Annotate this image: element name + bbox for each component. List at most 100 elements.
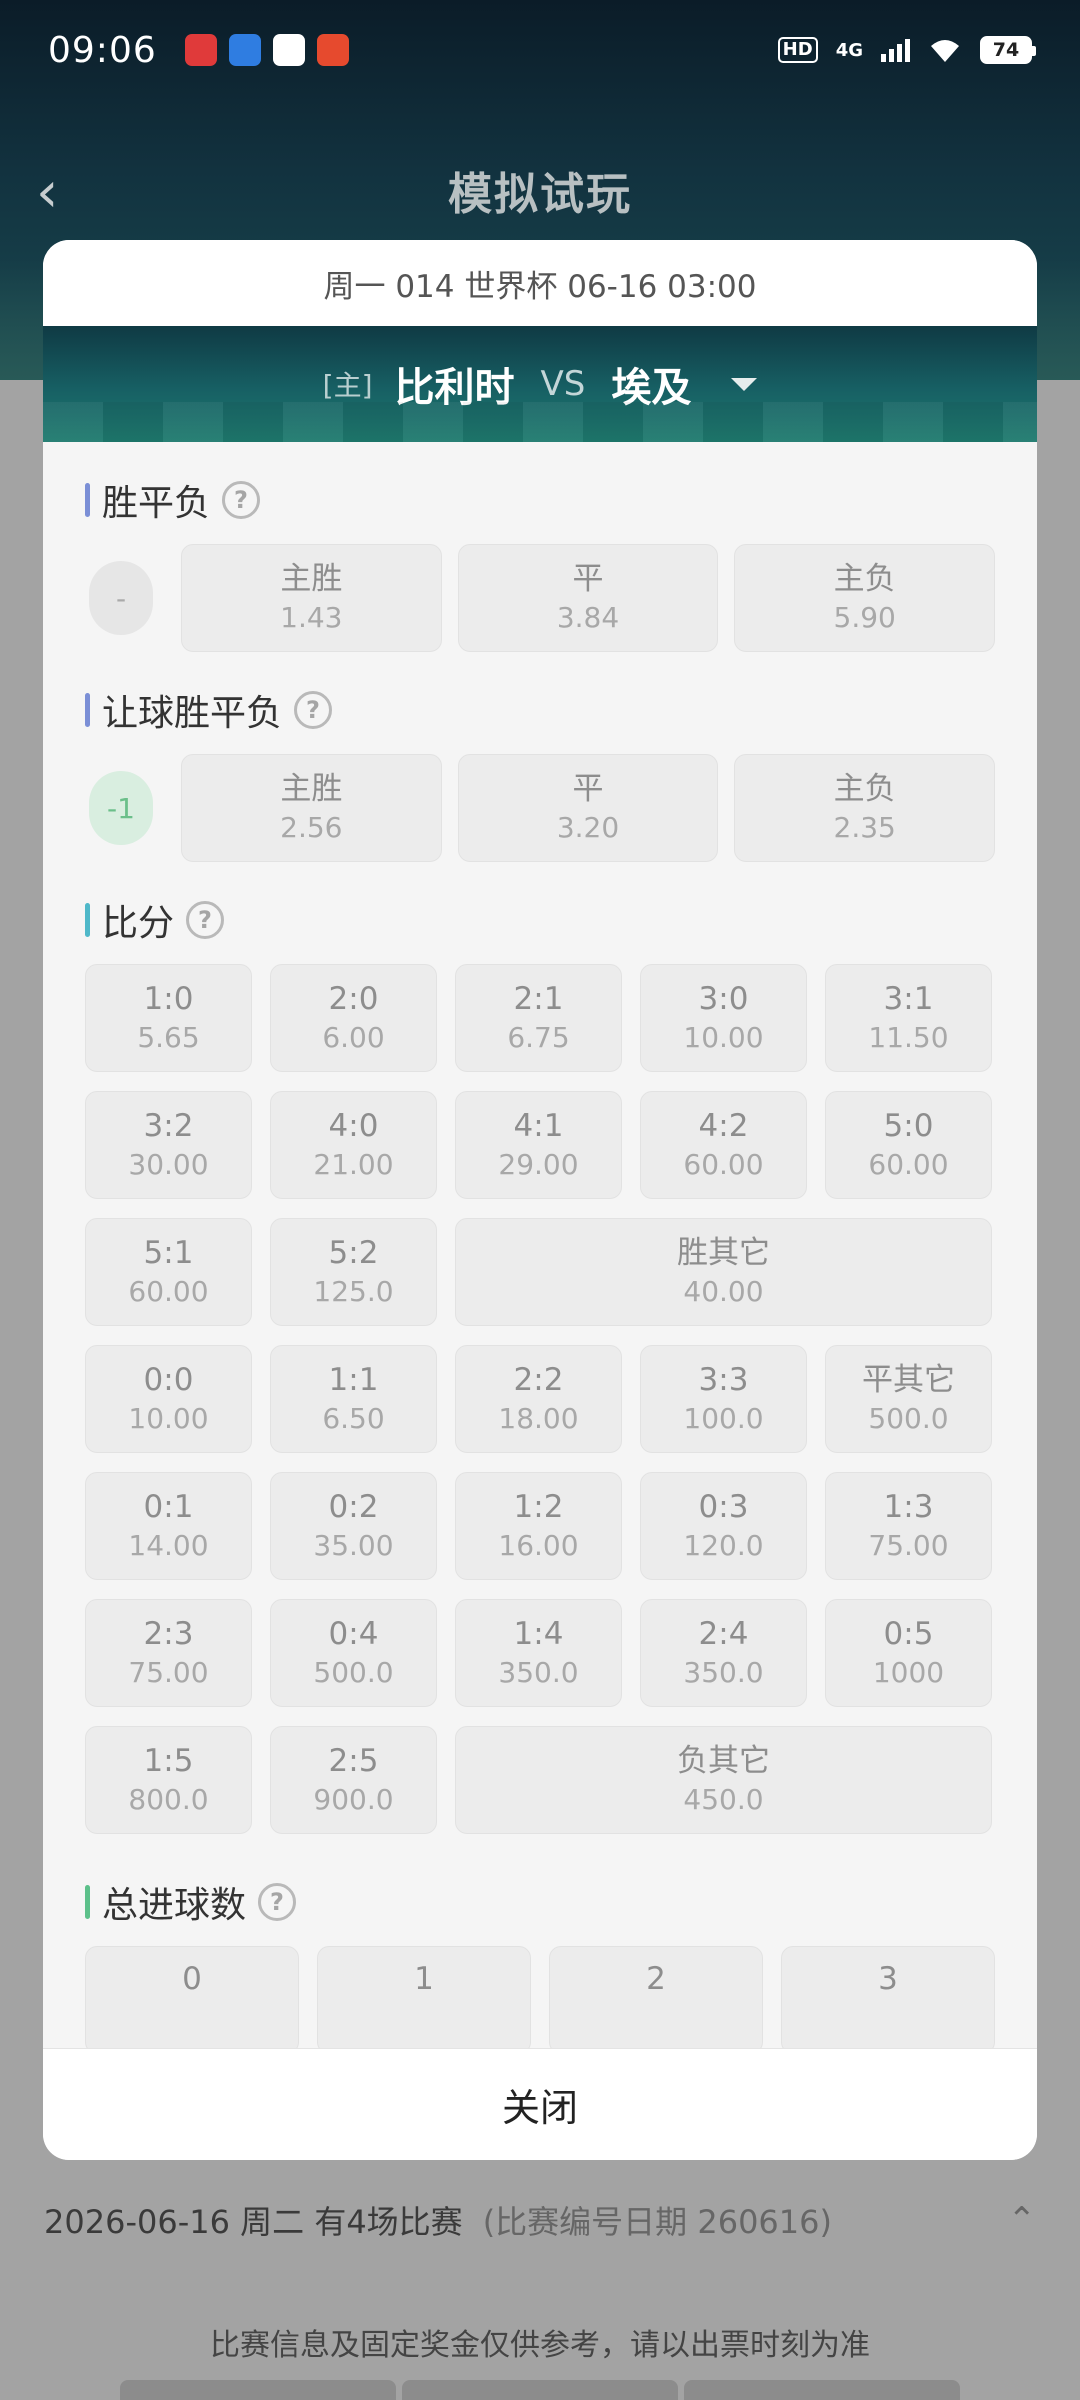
match-selector[interactable]: [主] 比利时 VS 埃及 [43,326,1037,442]
section-handicap-header: 让球胜平负 ? [85,680,995,740]
score-option[interactable]: 1:5 800.0 [85,1726,252,1834]
section-title: 比分 [102,903,175,944]
option-odds: 125.0 [313,1275,394,1308]
match-date-text: 2026-06-16 周二 有4场比赛 [44,2203,463,2241]
section-score-header: 比分 ? [85,890,995,950]
section-total-goals-header: 总进球数 ? [85,1872,995,1932]
option-label: 2:1 [513,981,564,1017]
option-label: 0:3 [698,1489,749,1525]
odds-option-home-win[interactable]: 主胜 2.56 [181,754,442,862]
home-team: 比利时 [394,365,515,411]
score-option[interactable]: 2:3 75.00 [85,1599,252,1707]
battery-icon: 74 [980,36,1036,64]
odds-scroll-area[interactable]: 胜平负 ? - 主胜 1.43 平 3.84 主负 5.90 让球胜平负 ? -… [43,442,1037,2048]
handicap-row: -1 主胜 2.56 平 3.20 主负 2.35 [85,754,996,862]
match-date-note: (比赛编号日期 260616) [482,2203,832,2241]
score-option[interactable]: 4:0 21.00 [270,1091,437,1199]
dropdown-arrow-icon[interactable] [731,377,758,391]
score-option[interactable]: 3:2 30.00 [85,1091,252,1199]
total-goals-row: 0 1 2 3 [85,1946,995,2048]
section-wdl-header: 胜平负 ? [85,470,995,530]
score-option[interactable]: 4:1 29.00 [455,1091,622,1199]
option-label: 2:0 [328,981,379,1017]
help-icon[interactable]: ? [258,1883,297,1921]
option-label: 5:0 [883,1108,934,1144]
back-arrow-icon[interactable]: ‹ [36,160,58,225]
option-label: 0:2 [328,1489,379,1525]
section-accent-bar [85,693,90,727]
odds-option-home-loss[interactable]: 主负 2.35 [734,754,996,862]
score-option[interactable]: 3:0 10.00 [640,964,807,1072]
option-label: 3:0 [698,981,749,1017]
score-option[interactable]: 1:3 75.00 [825,1472,992,1580]
background-bottom-tabs [120,2380,960,2400]
score-option[interactable]: 2:0 6.00 [270,964,437,1072]
option-odds: 800.0 [128,1783,209,1816]
score-option-draw-other[interactable]: 平其它 500.0 [825,1345,992,1453]
score-option[interactable]: 0:1 14.00 [85,1472,252,1580]
odds-option-home-loss[interactable]: 主负 5.90 [734,544,996,652]
score-option[interactable]: 5:1 60.00 [85,1218,252,1326]
option-odds: 350.0 [498,1656,579,1689]
option-odds: 1.43 [280,601,343,634]
close-button[interactable]: 关闭 [43,2048,1037,2160]
score-option[interactable]: 1:2 16.00 [455,1472,622,1580]
signal-icon [881,38,910,62]
option-label: 3:3 [698,1362,749,1398]
score-option[interactable]: 0:3 120.0 [640,1472,807,1580]
score-option[interactable]: 2:5 900.0 [270,1726,437,1834]
option-label: 0:0 [143,1362,194,1398]
option-odds: 350.0 [683,1656,764,1689]
option-odds: 16.00 [498,1529,579,1562]
score-option[interactable]: 2:1 6.75 [455,964,622,1072]
option-odds: 60.00 [128,1275,209,1308]
score-option[interactable]: 0:5 1000 [825,1599,992,1707]
option-odds: 30.00 [128,1148,209,1181]
score-option[interactable]: 2:2 18.00 [455,1345,622,1453]
odds-option-home-win[interactable]: 主胜 1.43 [181,544,442,652]
odds-option-draw[interactable]: 平 3.84 [457,544,719,652]
score-option[interactable]: 0:0 10.00 [85,1345,252,1453]
goals-option[interactable]: 1 [317,1946,531,2048]
goals-option[interactable]: 2 [549,1946,763,2048]
score-option[interactable]: 5:0 60.00 [825,1091,992,1199]
score-option-win-other[interactable]: 胜其它 40.00 [455,1218,992,1326]
odds-option-draw[interactable]: 平 3.20 [457,754,719,862]
chevron-up-icon[interactable]: ⌃ [1008,2200,1037,2240]
help-icon[interactable]: ? [186,901,225,939]
section-accent-bar [85,903,90,937]
option-odds: 450.0 [683,1783,764,1816]
score-option[interactable]: 1:0 5.65 [85,964,252,1072]
score-option[interactable]: 0:4 500.0 [270,1599,437,1707]
score-option[interactable]: 3:1 11.50 [825,964,992,1072]
score-option[interactable]: 5:2 125.0 [270,1218,437,1326]
score-option-loss-other[interactable]: 负其它 450.0 [455,1726,992,1834]
score-option[interactable]: 2:4 350.0 [640,1599,807,1707]
notification-icons [184,34,349,66]
score-option[interactable]: 0:2 35.00 [270,1472,437,1580]
goals-option[interactable]: 3 [781,1946,995,2048]
score-option[interactable]: 4:2 60.00 [640,1091,807,1199]
help-icon[interactable]: ? [222,481,261,519]
option-label: 1:3 [883,1489,934,1525]
goals-option[interactable]: 0 [85,1946,299,2048]
option-odds: 60.00 [683,1148,764,1181]
option-label: 4:2 [698,1108,749,1144]
option-odds: 5.90 [833,601,896,634]
score-option[interactable]: 1:4 350.0 [455,1599,622,1707]
section-title: 胜平负 [102,483,211,524]
option-odds: 500.0 [868,1402,949,1435]
match-date-row[interactable]: 2026-06-16 周二 有4场比赛 (比赛编号日期 260616) ⌃ [0,2180,1080,2260]
score-option[interactable]: 1:1 6.50 [270,1345,437,1453]
score-option[interactable]: 3:3 100.0 [640,1345,807,1453]
option-label: 1:1 [328,1362,379,1398]
option-odds: 75.00 [868,1529,949,1562]
option-odds: 29.00 [498,1148,579,1181]
option-odds: 2.56 [280,811,343,844]
section-title: 总进球数 [102,1885,247,1926]
option-odds: 6.00 [322,1021,385,1054]
option-label: 5:1 [143,1235,194,1271]
help-icon[interactable]: ? [294,691,333,729]
app-notification-icon [228,34,261,66]
background-nav-bar: ‹ 模拟试玩 [0,140,1080,240]
